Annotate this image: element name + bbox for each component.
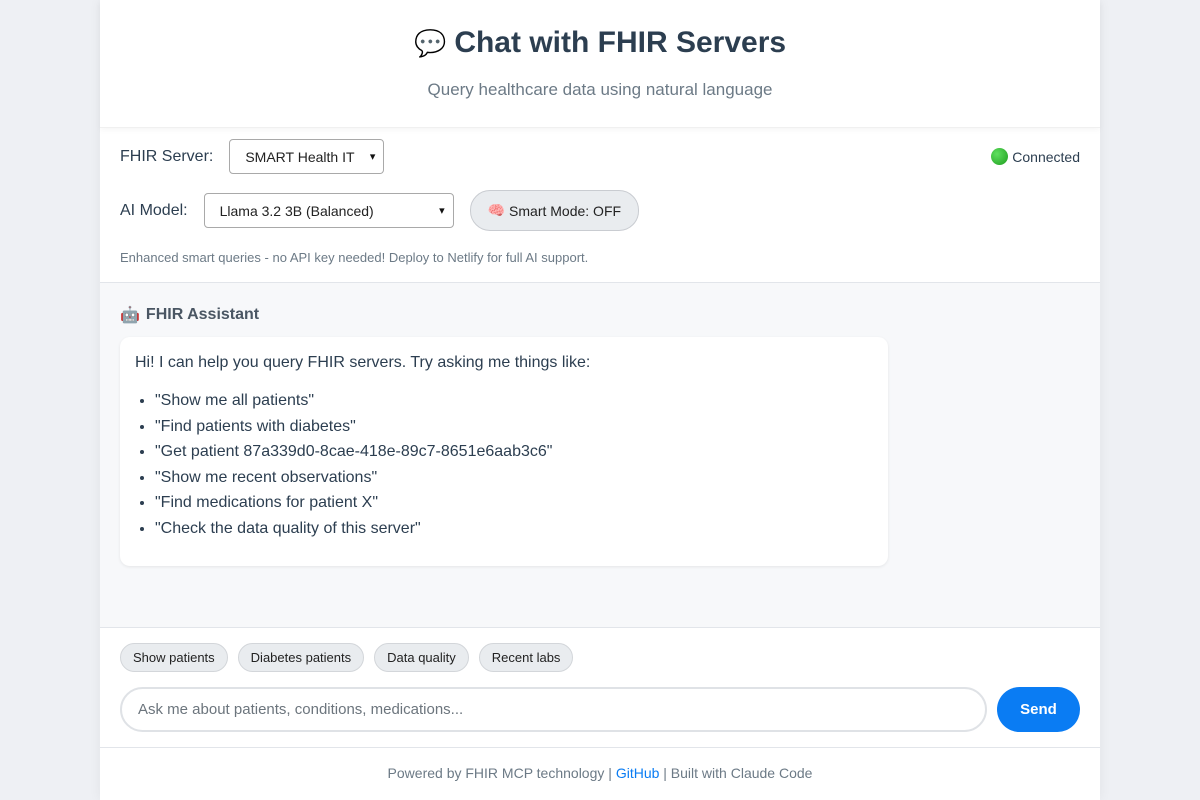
hint-text: Enhanced smart queries - no API key need… (120, 250, 589, 265)
send-button[interactable]: Send (997, 687, 1080, 732)
smart-mode-label: Smart Mode: OFF (509, 202, 622, 219)
quick-action-recent-labs[interactable]: Recent labs (478, 643, 574, 672)
server-row: FHIR Server: SMART Health IT ▾ (120, 139, 385, 174)
status-text: Connected (1012, 148, 1080, 165)
quick-actions: Show patients Diabetes patients Data qua… (120, 643, 574, 672)
smart-mode-toggle[interactable]: 🧠 Smart Mode: OFF (469, 190, 640, 231)
chevron-down-icon: ▾ (369, 151, 376, 163)
brain-icon: 🧠 (487, 202, 506, 218)
quick-action-diabetes-patients[interactable]: Diabetes patients (237, 643, 365, 672)
speech-bubble-icon: 💬 (413, 27, 447, 58)
server-select-value: SMART Health IT (245, 148, 355, 165)
robot-icon: 🤖 (120, 307, 140, 324)
page-title: 💬 Chat with FHIR Servers (100, 26, 1100, 60)
list-item: "Find patients with diabetes" (155, 414, 873, 440)
assistant-name: FHIR Assistant (145, 306, 260, 323)
model-select[interactable]: Llama 3.2 3B (Balanced) ▾ (203, 193, 454, 228)
list-item: "Get patient 87a339d0-8cae-418e-89c7-865… (155, 439, 873, 465)
assistant-message: Hi! I can help you query FHIR servers. T… (120, 337, 888, 566)
list-item: "Show me recent observations" (155, 465, 873, 491)
list-item: "Find medications for patient X" (155, 490, 873, 516)
model-row: AI Model: Llama 3.2 3B (Balanced) ▾ 🧠 Sm… (120, 190, 640, 231)
quick-action-data-quality[interactable]: Data quality (374, 643, 469, 672)
message-input[interactable] (120, 687, 987, 732)
header: 💬 Chat with FHIR Servers Query healthcar… (100, 0, 1100, 128)
quick-action-show-patients[interactable]: Show patients (120, 643, 228, 672)
status-dot-icon (991, 148, 1009, 165)
list-item: "Show me all patients" (155, 388, 873, 414)
controls-panel: FHIR Server: SMART Health IT ▾ Connected… (100, 128, 1100, 283)
app-container: 💬 Chat with FHIR Servers Query healthcar… (100, 0, 1100, 800)
list-item: "Check the data quality of this server" (155, 516, 873, 542)
model-select-value: Llama 3.2 3B (Balanced) (219, 202, 374, 219)
example-list: "Show me all patients" "Find patients wi… (135, 388, 873, 542)
github-link[interactable]: GitHub (616, 765, 660, 781)
footer-prefix: Powered by FHIR MCP technology | (387, 765, 616, 781)
chevron-down-icon: ▾ (439, 205, 445, 217)
page-subtitle: Query healthcare data using natural lang… (427, 80, 773, 99)
message-intro: Hi! I can help you query FHIR servers. T… (135, 354, 591, 371)
assistant-label: 🤖 FHIR Assistant (120, 305, 259, 325)
server-select[interactable]: SMART Health IT ▾ (229, 139, 385, 174)
chat-area: 🤖 FHIR Assistant Hi! I can help you quer… (100, 283, 1100, 628)
connection-status: Connected (991, 148, 1080, 165)
model-label: AI Model: (120, 201, 188, 219)
footer: Powered by FHIR MCP technology | GitHub … (100, 765, 1100, 781)
input-area: Show patients Diabetes patients Data qua… (100, 628, 1100, 748)
server-label: FHIR Server: (120, 147, 214, 165)
footer-suffix: | Built with Claude Code (659, 765, 813, 781)
page-title-text: Chat with FHIR Servers (454, 26, 787, 59)
